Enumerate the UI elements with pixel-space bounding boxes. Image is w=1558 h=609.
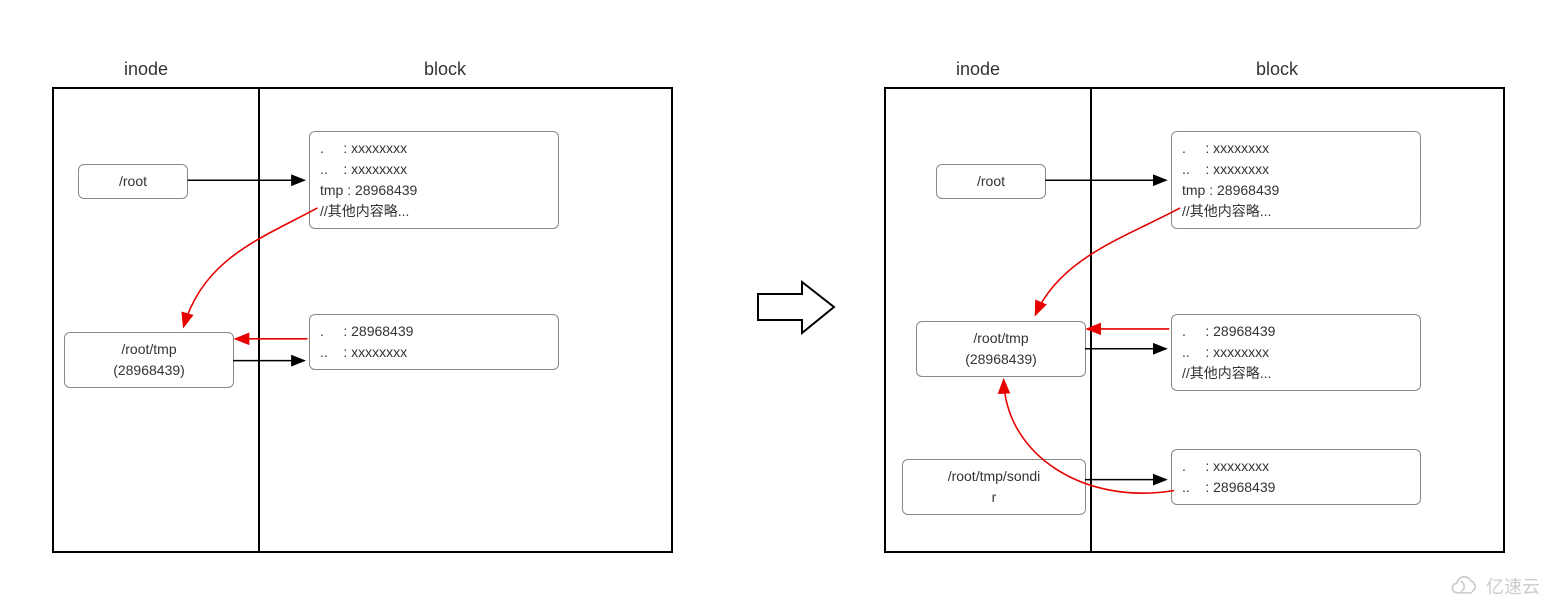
block-tmp: . : 28968439 .. : xxxxxxxx xyxy=(309,314,559,370)
panel-divider xyxy=(1090,89,1092,551)
block-sondir: . : xxxxxxxx .. : 28968439 xyxy=(1171,449,1421,505)
watermark-text: 亿速云 xyxy=(1486,573,1540,599)
header-block: block xyxy=(424,59,466,80)
header-inode: inode xyxy=(956,59,1000,80)
header-inode: inode xyxy=(124,59,168,80)
transition-arrow-icon xyxy=(756,280,836,335)
inode-tmp: /root/tmp (28968439) xyxy=(916,321,1086,377)
inode-tmp: /root/tmp (28968439) xyxy=(64,332,234,388)
panel-divider xyxy=(258,89,260,551)
block-tmp: . : 28968439 .. : xxxxxxxx //其他内容略... xyxy=(1171,314,1421,391)
inode-sondir: /root/tmp/sondi r xyxy=(902,459,1086,515)
block-root: . : xxxxxxxx .. : xxxxxxxx tmp : 2896843… xyxy=(309,131,559,229)
inode-root: /root xyxy=(78,164,188,199)
cloud-icon xyxy=(1446,575,1480,597)
inode-root: /root xyxy=(936,164,1046,199)
right-panel: inode block /root . : xxxxxxxx .. : xxxx… xyxy=(884,87,1505,553)
header-block: block xyxy=(1256,59,1298,80)
watermark: 亿速云 xyxy=(1446,573,1540,599)
left-panel: inode block /root . : xxxxxxxx .. : xxxx… xyxy=(52,87,673,553)
block-root: . : xxxxxxxx .. : xxxxxxxx tmp : 2896843… xyxy=(1171,131,1421,229)
